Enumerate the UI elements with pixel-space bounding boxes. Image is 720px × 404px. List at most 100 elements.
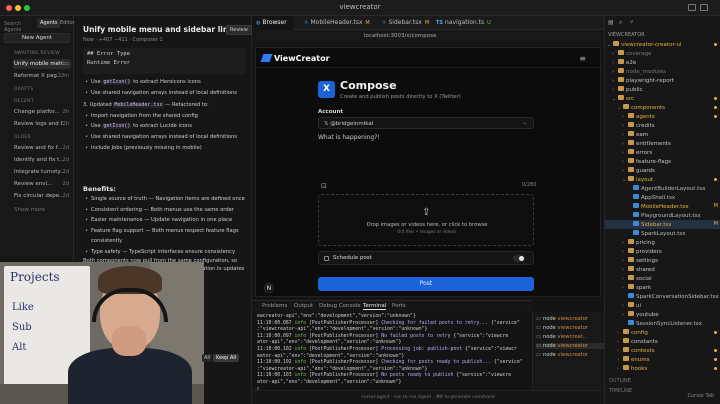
agent-item[interactable]: Integrate turnsty... 2d: [13, 167, 71, 177]
folder-item[interactable]: › providers: [605, 247, 720, 256]
post-button[interactable]: Post: [318, 277, 534, 291]
folder-item[interactable]: › hooks: [605, 364, 720, 373]
folder-item[interactable]: ⌄ src: [605, 94, 720, 103]
terminal-label: viewcreator: [557, 352, 589, 358]
folder-item[interactable]: › config: [605, 328, 720, 337]
outline-section[interactable]: OUTLINE: [609, 378, 631, 384]
nextjs-badge[interactable]: N: [264, 283, 274, 293]
schedule-toggle[interactable]: [513, 255, 525, 262]
file-item[interactable]: AgentBuilderLayout.tsx: [605, 184, 720, 193]
agent-item[interactable]: Review logs and f... 2h: [13, 119, 71, 129]
folder-item[interactable]: › coverage: [605, 49, 720, 58]
tab-problems[interactable]: Problems: [262, 303, 287, 309]
agent-item[interactable]: Review and fix f... 2d: [13, 143, 71, 153]
tab-sidebar[interactable]: ⚛ Sidebar.tsx M: [378, 16, 433, 30]
show-more-link[interactable]: Show more: [14, 207, 45, 213]
agent-item[interactable]: Unify mobile men... 13m: [13, 59, 71, 69]
folder-item[interactable]: › feature-flags: [605, 157, 720, 166]
folder-item[interactable]: › public: [605, 85, 720, 94]
item-name: guards: [636, 168, 655, 174]
folder-item[interactable]: › playwright-report: [605, 76, 720, 85]
terminal-instance[interactable]: ▭ node viewcreator: [536, 343, 604, 349]
tab-terminal[interactable]: Terminal: [363, 303, 387, 310]
agent-item[interactable]: Change platfor... 2h: [13, 107, 71, 117]
terminal-instance[interactable]: ▭ node viewcreat...: [536, 334, 588, 340]
media-dropzone[interactable]: ⇪ Drop images or videos here, or click t…: [318, 194, 534, 246]
hamburger-menu-icon[interactable]: ≡: [579, 54, 586, 63]
new-agent-button[interactable]: New Agent: [4, 33, 70, 43]
log-msg: Checking for posts ready to publish...: [378, 360, 491, 366]
folder-item[interactable]: › settings: [605, 256, 720, 265]
folder-item[interactable]: › guards: [605, 166, 720, 175]
folder-item[interactable]: ⌄ layout: [605, 175, 720, 184]
tab-debug-console[interactable]: Debug Console: [319, 303, 361, 309]
file-item[interactable]: Sidebar.tsx M: [605, 220, 720, 229]
folder-item[interactable]: ⌄ viewcreator-creator-ui: [605, 40, 720, 49]
schedule-row: Schedule post: [318, 251, 534, 265]
folder-item[interactable]: › node_modules: [605, 67, 720, 76]
folder-item[interactable]: › credits: [605, 121, 720, 130]
agent-item[interactable]: Reformat X pag... 33m: [13, 71, 71, 81]
folder-item[interactable]: › shared: [605, 265, 720, 274]
timeline-section[interactable]: TIMELINE: [609, 388, 632, 394]
folder-item[interactable]: › spark: [605, 283, 720, 292]
folder-item[interactable]: › agents: [605, 112, 720, 121]
folder-item[interactable]: › pricing: [605, 238, 720, 247]
agent-item[interactable]: Fix circular depe... 2d: [13, 191, 71, 201]
folder-item[interactable]: › youtube: [605, 310, 720, 319]
post-textarea[interactable]: What is happening?!: [318, 134, 380, 141]
agent-search-input[interactable]: Search Agents: [4, 20, 34, 33]
terminal-instance[interactable]: ▭ node viewcreator: [536, 325, 588, 331]
list-item: 3. Updated MobileHeader.tsx — Refactored…: [83, 100, 249, 111]
keep-all-button[interactable]: Keep All: [213, 354, 240, 362]
file-item[interactable]: AppShell.tsx: [605, 193, 720, 202]
board-text: Projects: [10, 270, 60, 284]
files-icon[interactable]: ▤: [608, 19, 614, 28]
file-item[interactable]: PlaygroundLayout.tsx: [605, 211, 720, 220]
image-icon[interactable]: ⊡: [321, 182, 327, 190]
list-text: 3. Updated: [83, 102, 114, 109]
agent-item-time: 2h: [62, 109, 69, 115]
source-control-icon[interactable]: ⑂: [630, 19, 634, 28]
cursor-tab-status[interactable]: Cursor Tab: [688, 393, 715, 399]
folder-item[interactable]: › ui: [605, 301, 720, 310]
board-text: Alt: [12, 342, 27, 353]
review-button[interactable]: Review: [226, 25, 252, 35]
modified-dot-icon: [714, 358, 717, 361]
folder-item[interactable]: › enums: [605, 355, 720, 364]
agent-item[interactable]: Identify and fix t... 2d: [13, 155, 71, 165]
terminal-output[interactable]: ewcreator-api","env":"development","vers…: [252, 312, 534, 390]
search-icon[interactable]: ⌕: [619, 19, 622, 28]
sidebar-toggle-icon[interactable]: [700, 4, 708, 11]
terminal-instance[interactable]: ▭ node viewcreator: [536, 316, 588, 322]
folder-item[interactable]: › entitlements: [605, 139, 720, 148]
schedule-checkbox[interactable]: [324, 256, 329, 261]
panel-toggle-icon[interactable]: [688, 4, 696, 11]
tab-ports[interactable]: Ports: [392, 303, 406, 309]
folder-item[interactable]: › contexts: [605, 346, 720, 355]
terminal-instance[interactable]: ▭ node viewcreator: [536, 352, 588, 358]
folder-item[interactable]: › e2e: [605, 58, 720, 67]
tab-navigation[interactable]: TS navigation.ts U: [432, 16, 495, 30]
file-item[interactable]: SessionSyncListener.tsx: [605, 319, 720, 328]
account-select[interactable]: 𝕏 @bridgeinmikal ⌄: [318, 117, 534, 129]
folder-item[interactable]: ⌄ components: [605, 103, 720, 112]
folder-item[interactable]: › earn: [605, 130, 720, 139]
log-src: [PostPublisherProcessor]: [309, 360, 379, 366]
tab-browser[interactable]: ◍ Browser: [252, 16, 294, 30]
file-item[interactable]: SparkConversationSidebar.tsx: [605, 292, 720, 301]
file-item[interactable]: SparkLayout.tsx: [605, 229, 720, 238]
explorer-root[interactable]: VIEWCREATOR: [605, 31, 720, 40]
tab-output[interactable]: Output: [294, 303, 313, 309]
agent-item[interactable]: Review envi... 2d: [13, 179, 71, 189]
tab-mobileheader[interactable]: ⚛ MobileHeader.tsx M: [300, 16, 374, 30]
change-list: Use getIcon() to extract Heroicons icons…: [83, 77, 249, 153]
folder-item[interactable]: › errors: [605, 148, 720, 157]
url-text[interactable]: localhost:3003/x/compose: [364, 33, 436, 39]
folder-item[interactable]: › social: [605, 274, 720, 283]
file-item[interactable]: MobileHeader.tsx M: [605, 202, 720, 211]
undo-all-button[interactable]: All: [202, 354, 213, 362]
folder-item[interactable]: › constants: [605, 337, 720, 346]
brand-logo[interactable]: ViewCreator: [260, 54, 330, 63]
url-bar[interactable]: localhost:3003/x/compose: [252, 30, 604, 43]
